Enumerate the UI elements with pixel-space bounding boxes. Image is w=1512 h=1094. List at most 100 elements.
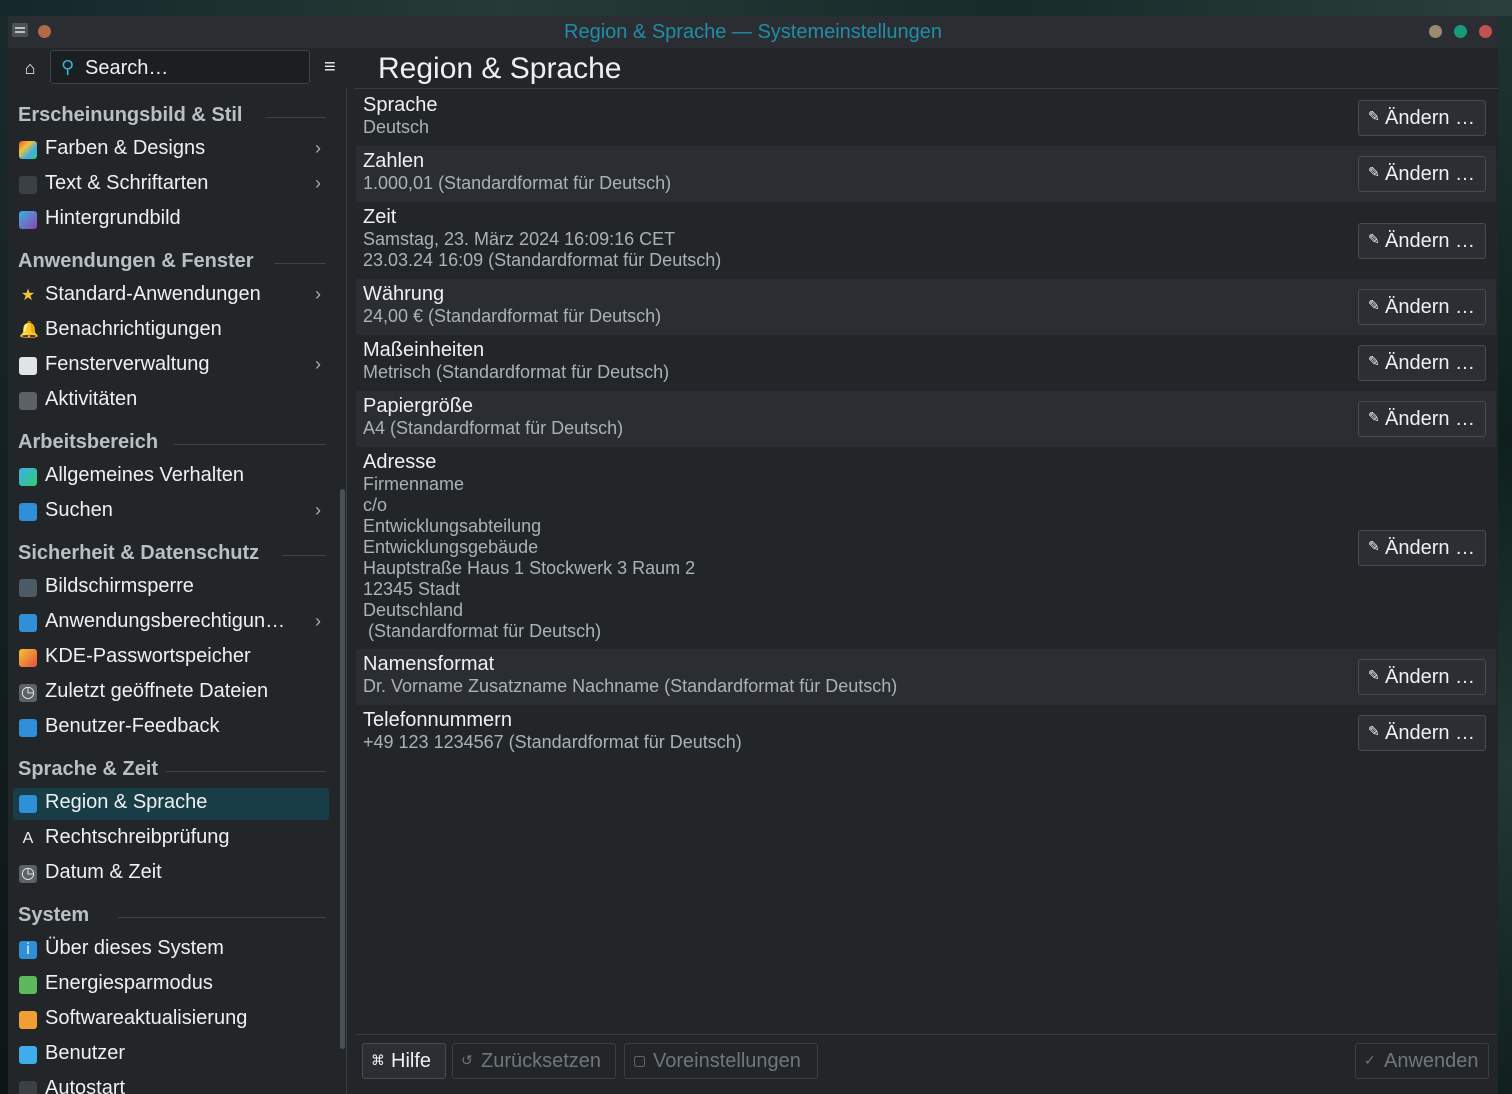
sidebar-item-label: Farben & Designs (45, 137, 206, 159)
chevron-right-icon: › (315, 500, 321, 520)
sidebar-item[interactable]: Benutzer (13, 1039, 329, 1071)
home-icon[interactable]: ⌂ (20, 58, 40, 78)
edit-icon: ✎ (1368, 353, 1380, 369)
sidebar-item[interactable]: Benutzer-Feedback (13, 712, 329, 744)
sidebar-item[interactable]: ◷ Zuletzt geöffnete Dateien (13, 677, 329, 709)
sidebar-item[interactable]: ★ Standard-Anwendungen › (13, 280, 329, 312)
apply-label: Anwenden (1384, 1050, 1479, 1072)
change-button[interactable]: ✎ Ändern … (1358, 223, 1486, 259)
setting-value: Dr. Vorname Zusatzname Nachname (Standar… (363, 676, 898, 696)
sidebar-item-label: Über dieses System (45, 937, 224, 959)
region-icon (19, 795, 37, 813)
sidebar-item-label: Bildschirmsperre (45, 575, 194, 597)
search-box[interactable]: ⚲ (50, 50, 310, 84)
title-bar[interactable]: Region & Sprache — Systemeinstellungen (8, 16, 1498, 48)
sidebar-item[interactable]: Softwareaktualisierung (13, 1004, 329, 1036)
desktop-background (0, 0, 8, 1094)
change-button-label: Ändern … (1385, 163, 1476, 185)
sidebar-item-label: Suchen (45, 499, 113, 521)
sidebar-item[interactable]: Farben & Designs › (13, 134, 329, 166)
change-button-label: Ändern … (1385, 352, 1476, 374)
edit-icon: ✎ (1368, 164, 1380, 180)
sidebar-item-label: Rechtschreibprüfung (45, 826, 230, 848)
spellcheck-icon: A (22, 830, 34, 847)
setting-row: Namensformat Dr. Vorname Zusatzname Nachn… (356, 649, 1496, 705)
feedback-icon (19, 719, 37, 737)
change-button[interactable]: ✎ Ändern … (1358, 659, 1486, 695)
setting-row: Währung 24,00 € (Standardformat für Deuts… (356, 279, 1496, 335)
setting-row: Maßeinheiten Metrisch (Standardformat für… (356, 335, 1496, 391)
edit-icon: ✎ (1368, 538, 1380, 554)
category-heading: System (18, 904, 90, 926)
setting-row: Telefonnummern +49 123 1234567 (Standardf… (356, 705, 1496, 761)
change-button-label: Ändern … (1385, 230, 1476, 252)
info-icon: i (19, 941, 37, 959)
sidebar-item-label: Benutzer (45, 1042, 126, 1064)
clock-icon: ◷ (19, 684, 37, 702)
change-button[interactable]: ✎ Ändern … (1358, 100, 1486, 136)
setting-title: Währung (363, 283, 445, 305)
setting-row: Adresse Firmenname c/o Entwicklungsabteil… (356, 447, 1496, 649)
change-button[interactable]: ✎ Ändern … (1358, 530, 1486, 566)
change-button[interactable]: ✎ Ändern … (1358, 401, 1486, 437)
category-divider (265, 117, 326, 118)
fonts-icon (19, 176, 37, 194)
category-divider (174, 444, 326, 445)
sidebar-item-label: Text & Schriftarten (45, 172, 209, 194)
search-input[interactable] (83, 55, 307, 81)
change-button-label: Ändern … (1385, 722, 1476, 744)
setting-title: Adresse (363, 451, 437, 473)
maximize-button[interactable] (1454, 25, 1467, 38)
sidebar-item-label: Hintergrundbild (45, 207, 181, 229)
chevron-right-icon: › (315, 611, 321, 631)
help-button[interactable]: ⌘ Hilfe (362, 1043, 446, 1079)
undo-icon: ↺ (461, 1052, 473, 1068)
sidebar-item[interactable]: A Rechtschreibprüfung (13, 823, 329, 855)
category-divider (118, 917, 326, 918)
sidebar-item-label: Standard-Anwendungen (45, 283, 261, 305)
desktop-background-right (1498, 0, 1512, 1094)
sidebar-item[interactable]: i Über dieses System (13, 934, 329, 966)
sidebar: ⌂ ⚲ Erscheinungsbild & Stil Farben & Desi… (8, 48, 334, 1094)
sidebar-item[interactable]: Autostart (13, 1074, 329, 1094)
desktop-background-top (0, 0, 1512, 16)
sidebar-item[interactable]: Bildschirmsperre (13, 572, 329, 604)
sidebar-item[interactable]: Fensterverwaltung › (13, 350, 329, 382)
sidebar-item[interactable]: Text & Schriftarten › (13, 169, 329, 201)
sidebar-item[interactable]: ◷ Datum & Zeit (13, 858, 329, 890)
hamburger-menu-icon[interactable]: ≡ (324, 57, 342, 77)
autostart-icon (19, 1081, 37, 1094)
sidebar-item[interactable]: Energiesparmodus (13, 969, 329, 1001)
change-button[interactable]: ✎ Ändern … (1358, 156, 1486, 192)
sidebar-item-label: Energiesparmodus (45, 972, 213, 994)
sidebar-item[interactable]: Region & Sprache (13, 788, 329, 820)
change-button[interactable]: ✎ Ändern … (1358, 345, 1486, 381)
edit-icon: ✎ (1368, 108, 1380, 124)
sidebar-item[interactable]: Suchen › (13, 496, 329, 528)
sidebar-item[interactable]: 🔔 Benachrichtigungen (13, 315, 329, 347)
sidebar-item-label: Fensterverwaltung (45, 353, 210, 375)
setting-row: Papiergröße A4 (Standardformat für Deutsc… (356, 391, 1496, 447)
edit-icon: ✎ (1368, 409, 1380, 425)
sidebar-item[interactable]: KDE-Passwortspeicher (13, 642, 329, 674)
sidebar-item[interactable]: Hintergrundbild (13, 204, 329, 236)
sidebar-scrollbar[interactable] (340, 489, 345, 1049)
setting-value: 1.000,01 (Standardformat für Deutsch) (363, 173, 672, 193)
search-icon (19, 503, 37, 521)
apply-button[interactable]: ✓ Anwenden (1355, 1043, 1489, 1079)
minimize-button[interactable] (1429, 25, 1442, 38)
defaults-button[interactable]: ▢ Voreinstellungen (624, 1043, 818, 1079)
reset-button[interactable]: ↺ Zurücksetzen (452, 1043, 616, 1079)
sidebar-item[interactable]: Anwendungsberechtigun… › (13, 607, 329, 639)
sidebar-item[interactable]: Allgemeines Verhalten (13, 461, 329, 493)
sidebar-item[interactable]: Aktivitäten (13, 385, 329, 417)
activities-icon (19, 392, 37, 410)
vertical-divider (346, 88, 347, 1094)
change-button[interactable]: ✎ Ändern … (1358, 715, 1486, 751)
reset-label: Zurücksetzen (481, 1050, 602, 1072)
header-divider (354, 88, 1498, 89)
edit-icon: ✎ (1368, 231, 1380, 247)
setting-title: Zahlen (363, 150, 425, 172)
close-button[interactable] (1479, 25, 1492, 38)
change-button[interactable]: ✎ Ändern … (1358, 289, 1486, 325)
